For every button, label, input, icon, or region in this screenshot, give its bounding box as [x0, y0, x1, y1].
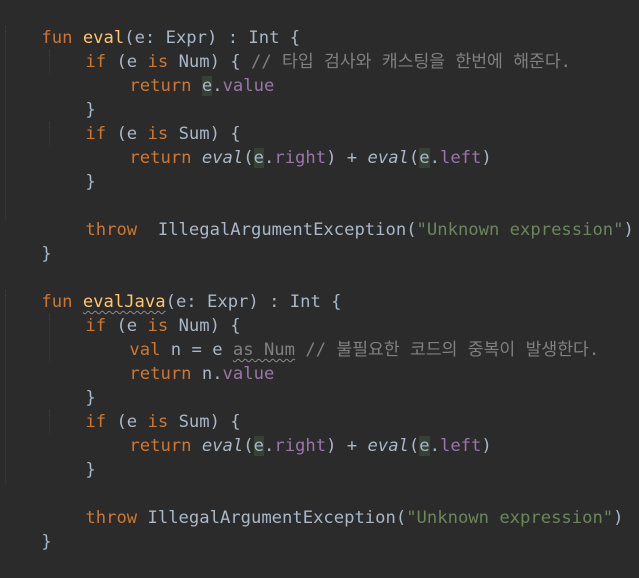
string-literal: "Unknown expression": [406, 508, 614, 528]
closing-brace: }: [41, 532, 52, 552]
code-text: .: [429, 436, 440, 456]
function-call-eval: eval: [201, 148, 244, 168]
keyword-return: return: [129, 364, 192, 384]
string-literal: "Unknown expression": [416, 220, 624, 240]
closing-brace: }: [41, 244, 52, 264]
code-text: (: [243, 148, 254, 168]
property-left: left: [439, 148, 482, 168]
code-line-1[interactable]: fun eval(e: Expr) : Int {: [0, 2, 300, 48]
code-line-14[interactable]: val n = e as Num // 불필요한 코드의 중복이 발생한다.: [88, 314, 599, 360]
code-line-6[interactable]: return eval(e.right) + eval(e.left): [88, 122, 492, 168]
code-text: .: [263, 148, 275, 168]
smart-cast-variable: e: [253, 148, 264, 168]
closing-brace: }: [85, 460, 96, 480]
code-line-7[interactable]: }: [44, 146, 95, 192]
keyword-return: return: [129, 148, 192, 168]
keyword-return: return: [129, 436, 192, 456]
closing-brace: }: [85, 172, 96, 192]
property-right: right: [274, 148, 327, 168]
code-line-5[interactable]: if (e is Sum) {: [44, 98, 240, 144]
code-text: IllegalArgumentException(: [137, 220, 417, 240]
keyword-throw: throw: [85, 220, 138, 240]
code-text: (: [243, 436, 254, 456]
code-editor[interactable]: fun eval(e: Expr) : Int { if (e is Num) …: [0, 0, 639, 552]
code-text: .: [429, 148, 440, 168]
smart-cast-variable: e: [253, 436, 264, 456]
property-right: right: [274, 436, 327, 456]
smart-cast-variable: e: [419, 436, 430, 456]
code-line-15[interactable]: return n.value: [88, 338, 274, 384]
code-line-21[interactable]: throw IllegalArgumentException("Unknown …: [44, 482, 623, 528]
code-text: (: [408, 148, 420, 168]
code-line-18[interactable]: return eval(e.right) + eval(e.left): [88, 410, 492, 456]
smart-cast-variable: e: [201, 76, 213, 96]
function-call-eval: eval: [201, 436, 244, 456]
property-value: value: [222, 76, 275, 96]
code-text: ): [481, 436, 492, 456]
function-call-eval: eval: [367, 148, 409, 168]
code-line-2[interactable]: if (e is Num) { // 타입 검사와 캐스팅을 한번에 해준다.: [44, 26, 571, 72]
code-text: ) +: [326, 148, 368, 168]
code-line-19[interactable]: }: [44, 434, 95, 480]
comment: // 불필요한 코드의 중복이 발생한다.: [305, 340, 600, 360]
code-line-13[interactable]: if (e is Num) {: [44, 290, 240, 336]
code-text: ): [481, 148, 492, 168]
code-line-16[interactable]: }: [44, 362, 95, 408]
code-line-17[interactable]: if (e is Sum) {: [44, 386, 240, 432]
smart-cast-variable: e: [419, 148, 430, 168]
comment: // 타입 검사와 캐스팅을 한번에 해준다.: [251, 52, 571, 72]
code-line-22[interactable]: }: [0, 506, 51, 552]
code-line-10[interactable]: }: [0, 218, 51, 264]
code-text: ): [623, 220, 634, 240]
code-text: ): [613, 508, 624, 528]
code-line-9[interactable]: throw IllegalArgumentException("Unknown …: [44, 194, 633, 240]
code-text: (: [408, 436, 420, 456]
code-text: .: [263, 436, 275, 456]
keyword-throw: throw: [85, 508, 138, 528]
code-line-3[interactable]: return e.value: [88, 50, 274, 96]
keyword-return: return: [129, 76, 192, 96]
code-line-4[interactable]: }: [44, 74, 95, 120]
code-line-12[interactable]: fun evalJava(e: Expr) : Int {: [0, 266, 341, 312]
property-left: left: [439, 436, 482, 456]
code-text: ) +: [326, 436, 368, 456]
function-call-eval: eval: [367, 436, 409, 456]
code-text: n.: [191, 364, 223, 384]
code-text: .: [212, 76, 223, 96]
code-text: IllegalArgumentException(: [137, 508, 407, 528]
property-value: value: [222, 364, 275, 384]
